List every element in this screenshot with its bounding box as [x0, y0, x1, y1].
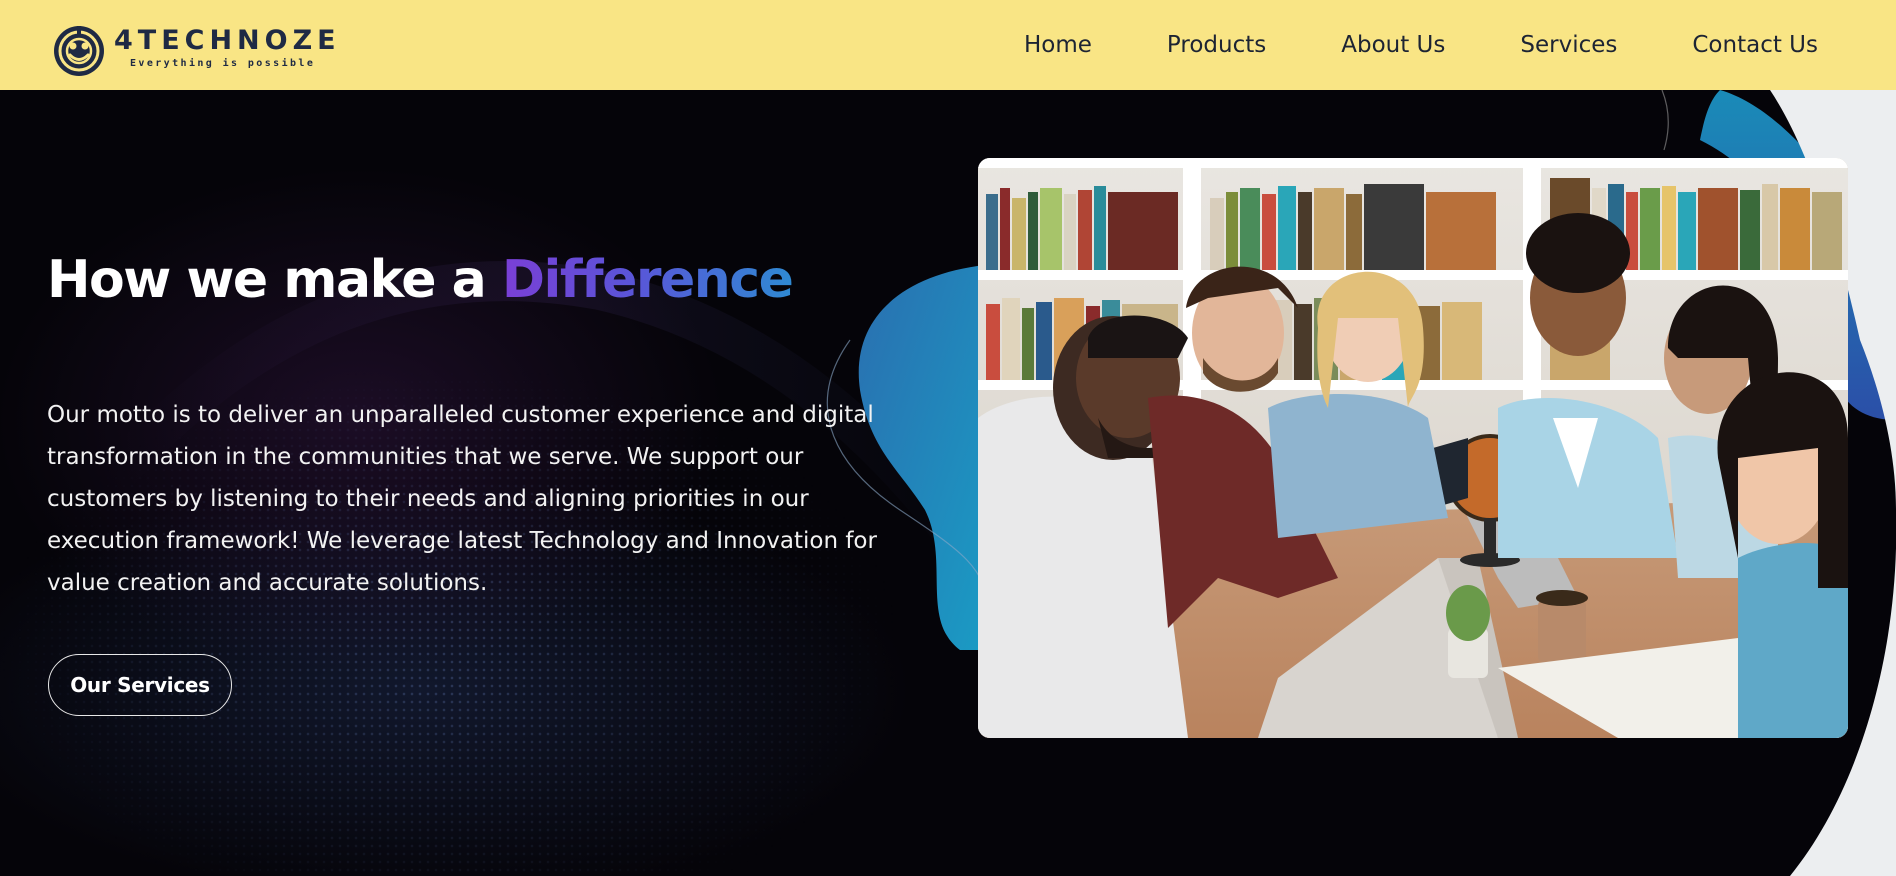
hero-section: How we make a Difference Our motto is to… — [0, 90, 1896, 876]
nav-home[interactable]: Home — [1024, 32, 1092, 58]
main-nav: Home Products About Us Services Contact … — [949, 0, 1818, 90]
hero-paragraph-line: customers by listening to their needs an… — [47, 486, 809, 512]
top-navbar: 4TECHNOZE Everything is possible Home Pr… — [0, 0, 1896, 90]
nav-contact-us[interactable]: Contact Us — [1692, 32, 1818, 58]
headline-prefix: How we make a — [47, 250, 502, 310]
brand-text: 4TECHNOZE Everything is possible — [114, 24, 341, 69]
hero-paragraph-line: value creation and accurate solutions. — [47, 570, 488, 596]
hero-paragraph: Our motto is to deliver an unparalleled … — [47, 394, 927, 604]
hero-headline: How we make a Difference — [47, 250, 794, 310]
headline-accent: Difference — [501, 250, 794, 310]
brand-name: 4TECHNOZE — [114, 24, 341, 56]
students-studying-photo — [978, 158, 1848, 738]
brand-tagline: Everything is possible — [130, 57, 316, 69]
brand-logo[interactable]: 4TECHNOZE Everything is possible — [50, 24, 341, 78]
nav-about-us[interactable]: About Us — [1341, 32, 1445, 58]
technoze-logo-icon — [54, 26, 104, 76]
hero-paragraph-line: Our motto is to deliver an unparalleled … — [47, 402, 874, 428]
nav-services[interactable]: Services — [1520, 32, 1617, 58]
hero-paragraph-line: execution framework! We leverage latest … — [47, 528, 877, 554]
photo-illustration — [978, 158, 1848, 738]
our-services-button[interactable]: Our Services — [48, 654, 232, 716]
nav-products[interactable]: Products — [1167, 32, 1266, 58]
hero-paragraph-line: transformation in the communities that w… — [47, 444, 804, 470]
